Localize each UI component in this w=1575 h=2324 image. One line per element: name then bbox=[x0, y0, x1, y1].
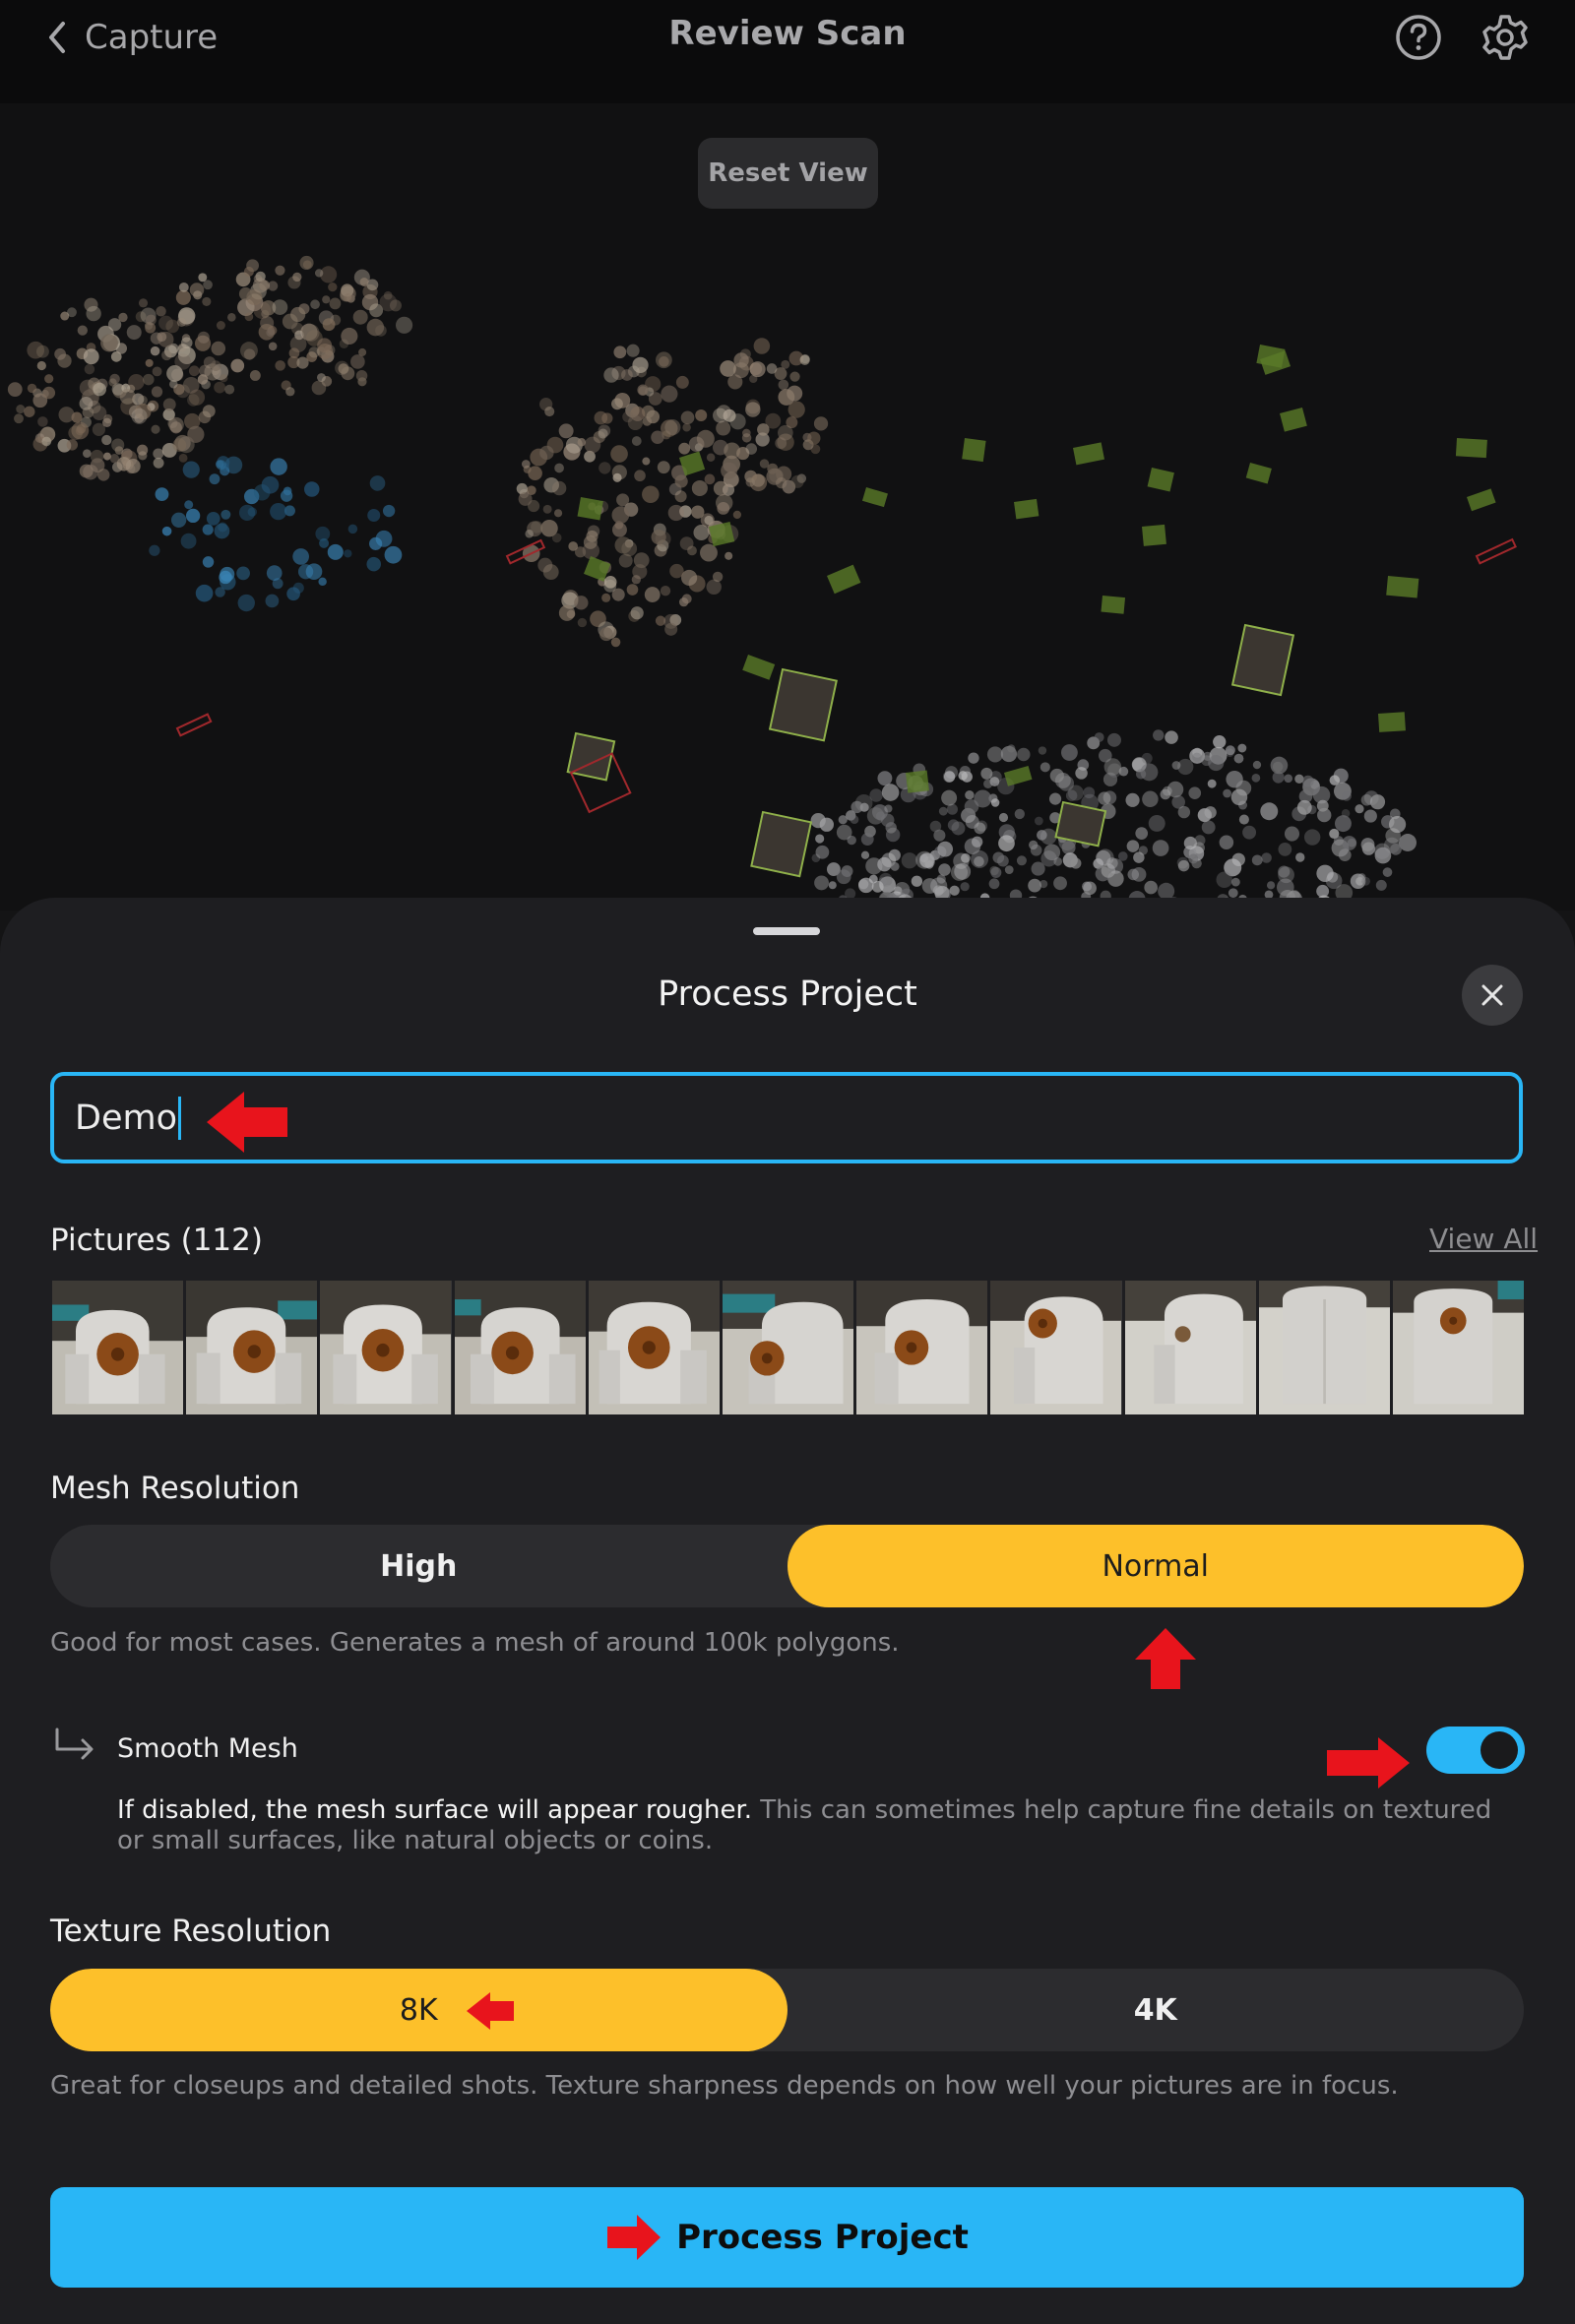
close-icon bbox=[1481, 984, 1503, 1006]
picture-thumbnail[interactable] bbox=[1392, 1281, 1525, 1414]
texture-option-4k[interactable]: 4K bbox=[788, 1969, 1525, 2051]
picture-thumbnail[interactable] bbox=[856, 1281, 988, 1414]
picture-thumbnail[interactable] bbox=[454, 1281, 586, 1414]
page-title: Review Scan bbox=[668, 14, 907, 53]
process-project-button[interactable]: Process Project bbox=[50, 2187, 1524, 2288]
smooth-mesh-label: Smooth Mesh bbox=[117, 1733, 298, 1764]
texture-resolution-help: Great for closeups and detailed shots. T… bbox=[50, 2071, 1399, 2101]
annotation-arrow-left-small-icon bbox=[467, 1992, 514, 2030]
sub-option-return-icon bbox=[55, 1727, 94, 1760]
picture-thumbnail[interactable] bbox=[722, 1281, 854, 1414]
annotation-arrow-right-icon bbox=[607, 2215, 662, 2260]
annotation-arrow-up-icon bbox=[1135, 1628, 1196, 1689]
toggle-knob bbox=[1480, 1731, 1518, 1769]
picture-thumbnail[interactable] bbox=[186, 1281, 318, 1414]
point-cloud-render bbox=[7, 255, 1517, 911]
picture-thumbnail[interactable] bbox=[1124, 1281, 1256, 1414]
pictures-label: Pictures (112) bbox=[50, 1223, 263, 1258]
close-button[interactable] bbox=[1462, 965, 1523, 1026]
view-all-link[interactable]: View All bbox=[1429, 1223, 1538, 1255]
project-name-value: Demo bbox=[75, 1098, 177, 1138]
settings-button[interactable] bbox=[1480, 13, 1530, 62]
picture-thumbnail[interactable] bbox=[990, 1281, 1122, 1414]
annotation-arrow-right-icon bbox=[1327, 1737, 1410, 1789]
mesh-option-high[interactable]: High bbox=[50, 1525, 788, 1607]
pictures-strip bbox=[52, 1281, 1525, 1414]
texture-resolution-label: Texture Resolution bbox=[50, 1914, 332, 1949]
texture-resolution-selector: 8K 4K bbox=[50, 1969, 1524, 2051]
point-cloud-viewport[interactable]: Reset View bbox=[0, 103, 1575, 911]
sheet-grabber[interactable] bbox=[753, 927, 820, 935]
reset-view-button[interactable]: Reset View bbox=[698, 138, 878, 209]
mesh-resolution-label: Mesh Resolution bbox=[50, 1471, 300, 1506]
mesh-resolution-selector: High Normal bbox=[50, 1525, 1524, 1607]
mesh-resolution-help: Good for most cases. Generates a mesh of… bbox=[50, 1628, 900, 1658]
smooth-mesh-description: If disabled, the mesh surface will appea… bbox=[117, 1795, 1515, 1856]
process-project-sheet: Process Project Demo Pictures (112) View… bbox=[0, 898, 1575, 2324]
smooth-mesh-desc-strong: If disabled, the mesh surface will appea… bbox=[117, 1795, 753, 1825]
picture-thumbnail[interactable] bbox=[1258, 1281, 1390, 1414]
annotation-arrow-left-icon bbox=[207, 1092, 287, 1153]
mesh-option-normal[interactable]: Normal bbox=[787, 1525, 1524, 1607]
text-caret bbox=[178, 1096, 181, 1140]
top-nav-bar: Capture Review Scan bbox=[0, 0, 1575, 103]
question-circle-icon bbox=[1396, 15, 1441, 60]
help-button[interactable] bbox=[1394, 13, 1443, 62]
texture-option-8k[interactable]: 8K bbox=[50, 1969, 788, 2051]
process-project-label: Process Project bbox=[676, 2218, 969, 2257]
picture-thumbnail[interactable] bbox=[320, 1281, 452, 1414]
smooth-mesh-toggle[interactable] bbox=[1426, 1727, 1525, 1774]
picture-thumbnail[interactable] bbox=[588, 1281, 720, 1414]
picture-thumbnail[interactable] bbox=[52, 1281, 184, 1414]
sheet-title: Process Project bbox=[658, 974, 917, 1014]
gear-icon bbox=[1482, 15, 1528, 60]
